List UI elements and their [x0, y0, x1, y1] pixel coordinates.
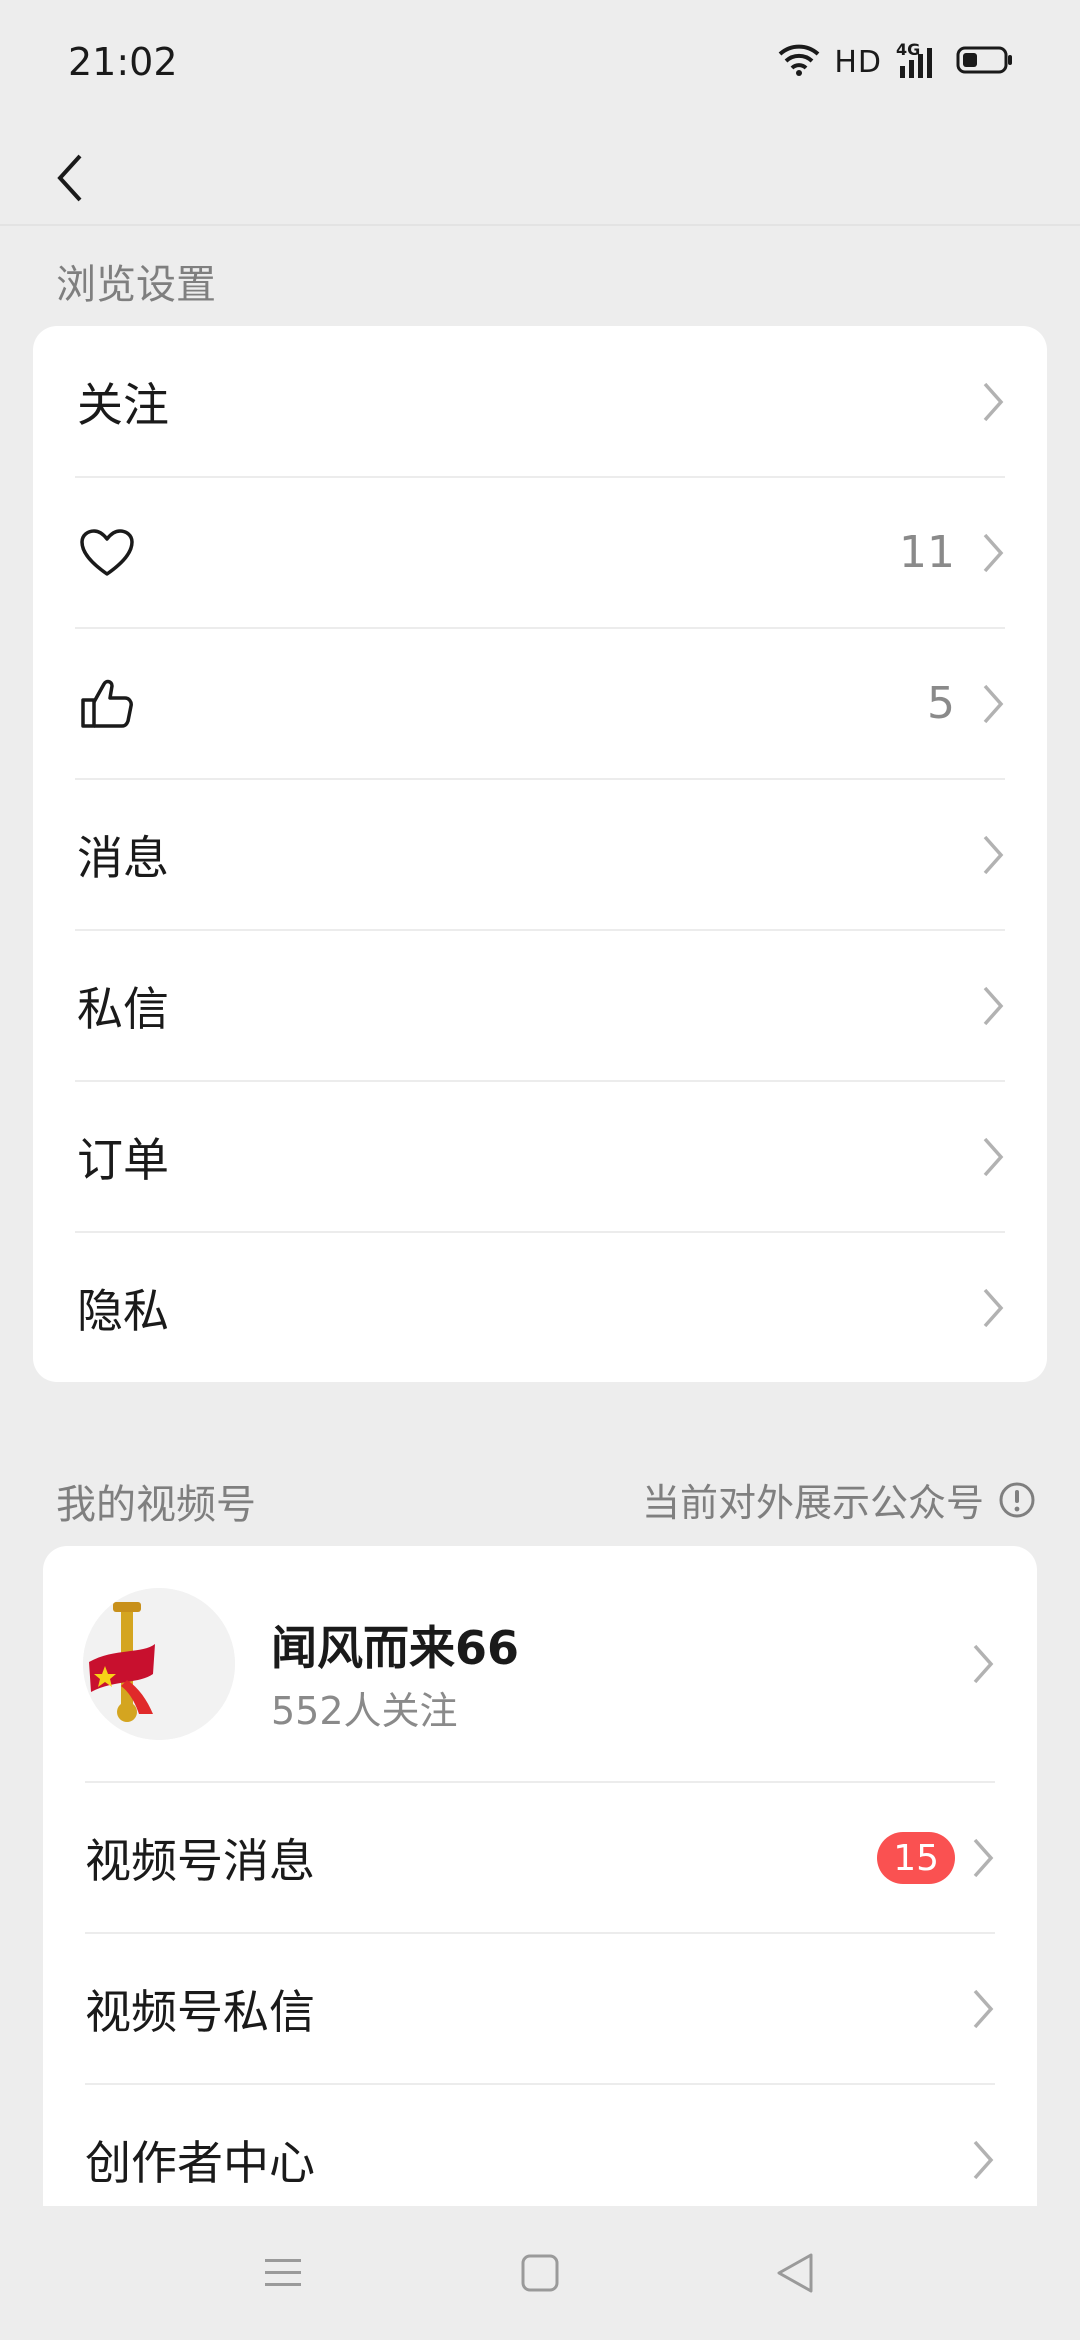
row-likes[interactable]: 5	[33, 628, 1047, 779]
row-label: 订单	[77, 1132, 169, 1187]
hd-indicator: HD	[834, 44, 882, 80]
row-messages[interactable]: 消息	[33, 779, 1047, 930]
status-bar: 21:02 HD 4G	[0, 0, 1080, 130]
row-channel-messages[interactable]: 视频号消息 15	[43, 1782, 1037, 1933]
chevron-right-icon	[983, 986, 1004, 1025]
row-follow[interactable]: 关注	[33, 326, 1047, 477]
row-label: 关注	[77, 377, 169, 432]
row-privacy[interactable]: 隐私	[33, 1232, 1047, 1382]
browse-settings-card: 关注 11 5 消息 私信 订单 隐私	[33, 326, 1047, 1382]
screen: 21:02 HD 4G 浏览设置 关注 11 5 消息 私信 订单 隐私 我的视…	[0, 0, 1080, 2340]
menu-button[interactable]	[250, 2240, 316, 2306]
row-creator-center[interactable]: 创作者中心	[43, 2084, 1037, 2206]
chevron-right-icon	[983, 533, 1004, 572]
avatar	[83, 1588, 235, 1740]
back-button[interactable]	[30, 138, 110, 218]
channel-followers: 552人关注	[271, 1689, 458, 1733]
chevron-right-icon	[973, 1838, 994, 1877]
chevron-right-icon	[983, 1137, 1004, 1176]
video-channel-card: 闻风而来66 552人关注 视频号消息 15 视频号私信 创作者中心	[43, 1546, 1037, 2206]
status-time: 21:02	[68, 40, 178, 84]
unread-badge: 15	[877, 1832, 955, 1884]
home-square-icon	[521, 2254, 559, 2292]
back-triangle-icon	[777, 2253, 813, 2293]
chevron-right-icon	[983, 835, 1004, 874]
chevron-right-icon	[973, 1644, 994, 1684]
nav-divider	[0, 224, 1080, 226]
avatar-image	[83, 1588, 235, 1740]
public-account-display[interactable]: 当前对外展示公众号	[642, 1472, 1036, 1527]
home-button[interactable]	[507, 2240, 573, 2306]
info-icon[interactable]	[998, 1481, 1036, 1519]
row-label: 私信	[77, 981, 169, 1036]
nav-bar	[0, 130, 1080, 226]
row-label: 隐私	[77, 1283, 169, 1338]
heart-icon	[80, 528, 134, 576]
row-label: 消息	[77, 830, 169, 885]
section-title-video-channel: 我的视频号	[56, 1482, 256, 1528]
menu-icon	[265, 2259, 301, 2286]
chevron-right-icon	[973, 1989, 994, 2028]
row-channel-private-messages[interactable]: 视频号私信	[43, 1933, 1037, 2084]
channel-name: 闻风而来66	[271, 1621, 520, 1675]
battery-icon	[956, 45, 1014, 79]
chevron-left-icon	[57, 154, 82, 202]
cellular-signal-icon: 4G	[896, 40, 942, 80]
row-orders[interactable]: 订单	[33, 1081, 1047, 1232]
row-count: 11	[899, 527, 955, 578]
row-private-messages[interactable]: 私信	[33, 930, 1047, 1081]
system-back-button[interactable]	[762, 2240, 828, 2306]
thumbs-up-icon	[81, 679, 133, 728]
system-nav-bar	[0, 2206, 1080, 2340]
row-label: 视频号私信	[85, 1984, 315, 2039]
chevron-right-icon	[983, 684, 1004, 723]
wifi-icon	[778, 42, 820, 82]
row-count: 5	[927, 678, 955, 729]
section-title-browse: 浏览设置	[56, 262, 216, 308]
row-label: 视频号消息	[85, 1833, 315, 1888]
chevron-right-icon	[983, 1288, 1004, 1327]
row-channel-profile[interactable]: 闻风而来66 552人关注	[43, 1546, 1037, 1782]
row-favorites[interactable]: 11	[33, 477, 1047, 628]
chevron-right-icon	[973, 2140, 994, 2179]
row-label: 创作者中心	[85, 2135, 315, 2190]
chevron-right-icon	[983, 382, 1004, 421]
public-account-label: 当前对外展示公众号	[641, 1481, 984, 1525]
status-icons: HD 4G	[778, 40, 1014, 82]
